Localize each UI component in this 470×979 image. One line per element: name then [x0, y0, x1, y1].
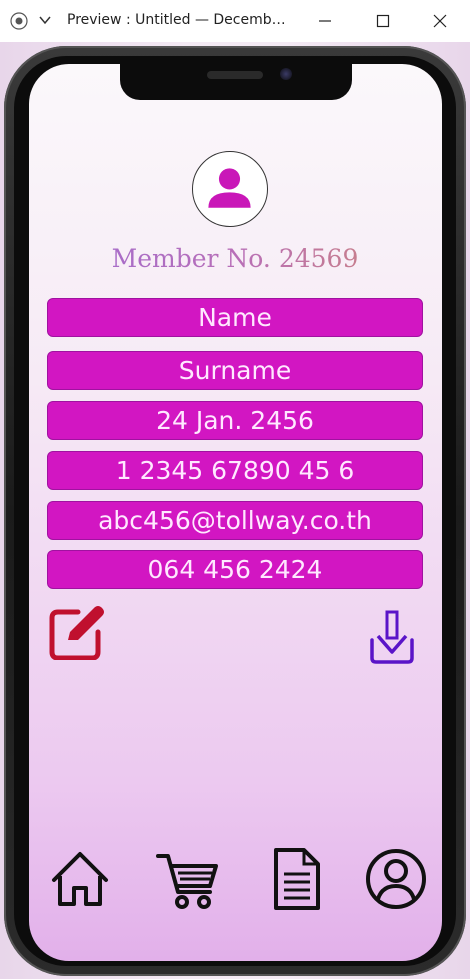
close-icon: [433, 14, 447, 28]
download-button[interactable]: [368, 610, 416, 664]
user-avatar-icon: [208, 168, 251, 208]
maximize-button[interactable]: [368, 6, 398, 36]
document-icon: [274, 848, 320, 910]
phone-speaker: [207, 71, 263, 79]
chevron-down-icon[interactable]: [38, 13, 52, 27]
name-field[interactable]: Name: [47, 298, 423, 337]
surname-field[interactable]: Surname: [47, 351, 423, 390]
profile-avatar[interactable]: [192, 151, 268, 227]
nav-profile[interactable]: [364, 846, 428, 912]
nav-home[interactable]: [48, 846, 112, 912]
phone-notch: [120, 64, 352, 100]
window-title: Preview : Untitled — Decemb…: [67, 12, 286, 28]
cart-icon: [156, 854, 218, 909]
download-icon: [370, 610, 414, 664]
edit-icon: [49, 606, 104, 661]
user-icon: [366, 849, 426, 909]
home-icon: [52, 852, 108, 906]
id-number-field[interactable]: 1 2345 67890 45 6: [47, 451, 423, 490]
window-titlebar: Preview : Untitled — Decemb…: [0, 0, 470, 43]
nav-cart[interactable]: [156, 846, 220, 912]
phone-field[interactable]: 064 456 2424: [47, 550, 423, 589]
app-record-icon[interactable]: [10, 12, 28, 30]
edit-button[interactable]: [48, 602, 106, 661]
nav-documents[interactable]: [270, 846, 324, 912]
close-button[interactable]: [425, 6, 455, 36]
phone-camera: [280, 68, 292, 80]
birthdate-field[interactable]: 24 Jan. 2456: [47, 401, 423, 440]
minimize-icon: [319, 20, 331, 22]
maximize-icon: [376, 14, 390, 28]
email-field[interactable]: abc456@tollway.co.th: [47, 501, 423, 540]
member-number: Member No. 24569: [0, 244, 470, 273]
minimize-button[interactable]: [310, 6, 340, 36]
